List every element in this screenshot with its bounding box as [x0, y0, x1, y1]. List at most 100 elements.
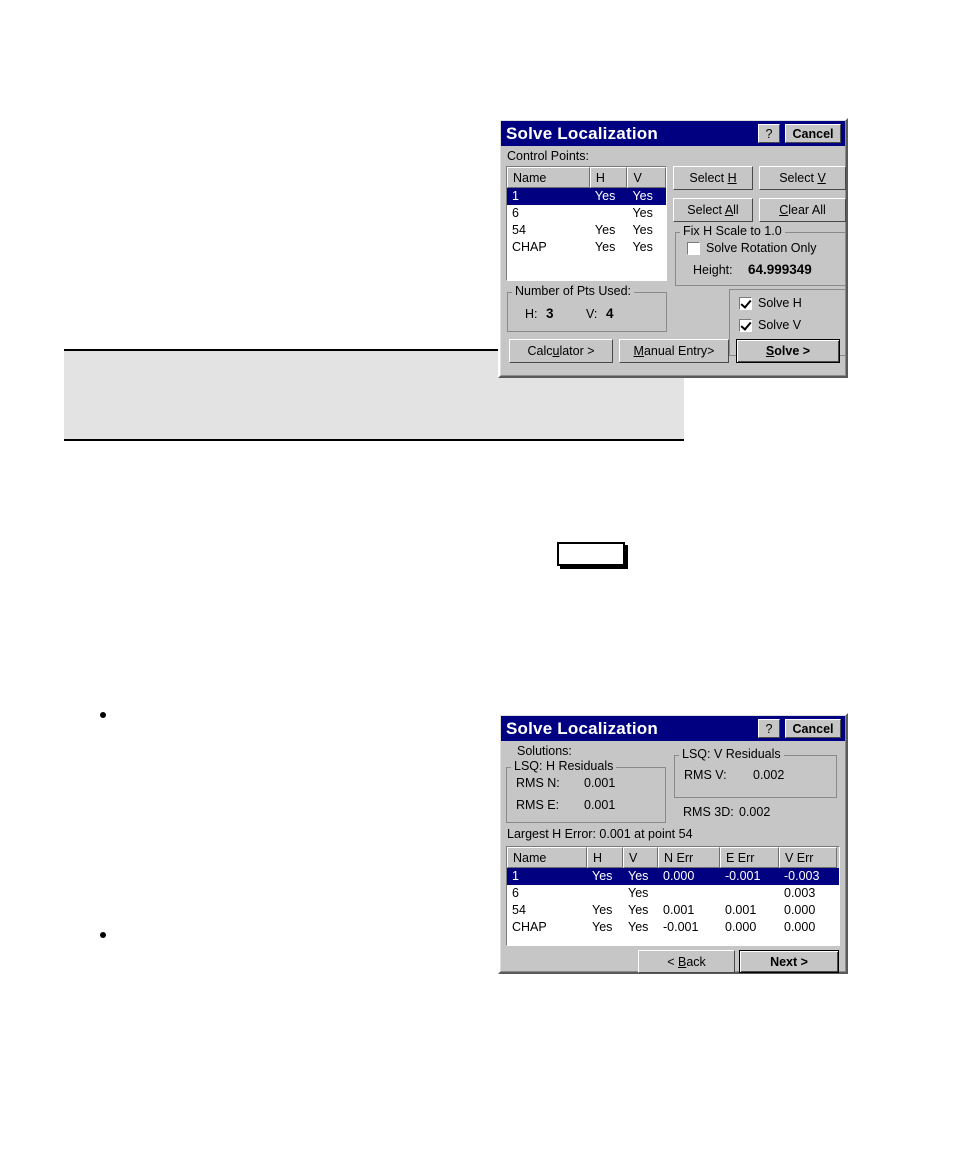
- cell-name: CHAP: [512, 240, 547, 254]
- back-label: < Back: [667, 954, 706, 969]
- table-row[interactable]: 54 Yes Yes 0.001 0.001 0.000: [507, 902, 839, 919]
- cell-n-err: [658, 885, 720, 902]
- residuals-table[interactable]: Name H V N Err E Err V Err 1 Yes Yes 0.0…: [506, 846, 840, 946]
- solve-v-label: Solve V: [758, 318, 802, 332]
- column-header-h[interactable]: H: [589, 167, 628, 188]
- list-item-bullet: [100, 712, 106, 718]
- select-h-label: Select H: [689, 171, 737, 185]
- dialog-titlebar: Solve Localization ? Cancel: [501, 716, 845, 741]
- pts-used-label: Number of Pts Used:: [512, 284, 635, 298]
- fix-h-scale-group: Fix H Scale to 1.0 Solve Rotation Only H…: [675, 224, 846, 286]
- select-h-button[interactable]: Select H: [673, 166, 753, 190]
- manual-entry-label: Manual Entry>: [633, 344, 715, 358]
- column-header-v[interactable]: V: [627, 167, 666, 188]
- calculator-button[interactable]: Calculator >: [509, 339, 613, 363]
- table-row[interactable]: 6 Yes: [507, 205, 666, 222]
- dialog-titlebar: Solve Localization ? Cancel: [501, 121, 845, 146]
- rms-n-value: 0.001: [584, 776, 616, 790]
- table-row[interactable]: 54 Yes Yes: [507, 222, 666, 239]
- list-item-bullet: [100, 932, 106, 938]
- select-v-label: Select V: [779, 171, 826, 185]
- cancel-button[interactable]: Cancel: [785, 124, 841, 143]
- cell-v-err: 0.003: [784, 886, 816, 900]
- solve-localization-dialog[interactable]: Solve Localization ? Cancel Control Poin…: [498, 118, 848, 378]
- select-all-button[interactable]: Select All: [673, 198, 753, 222]
- next-button[interactable]: Next >: [739, 950, 839, 973]
- cell-v: Yes: [628, 869, 649, 883]
- checkbox-checked-icon[interactable]: [739, 318, 752, 332]
- cell-n-err: 0.000: [663, 869, 695, 883]
- pts-h-value: 3: [546, 306, 554, 321]
- calculator-label: Calculator >: [527, 344, 595, 358]
- cell-v: Yes: [632, 189, 653, 203]
- table-row[interactable]: CHAP Yes Yes: [507, 239, 666, 256]
- cell-h: Yes: [592, 920, 613, 934]
- dialog-title: Solve Localization: [506, 718, 658, 738]
- cell-v: Yes: [628, 903, 649, 917]
- cell-n-err: -0.001: [663, 920, 699, 934]
- select-v-button[interactable]: Select V: [759, 166, 846, 190]
- table-row[interactable]: CHAP Yes Yes -0.001 0.000 0.000: [507, 919, 839, 936]
- empty-figure-box: [557, 542, 625, 566]
- column-header-h[interactable]: H: [587, 847, 623, 868]
- page-canvas: Solve Localization ? Cancel Control Poin…: [0, 0, 954, 1159]
- select-all-label: Select All: [687, 203, 739, 217]
- table-row[interactable]: 1 Yes Yes 0.000 -0.001 -0.003: [507, 868, 839, 885]
- solve-button[interactable]: Solve >: [736, 339, 840, 363]
- fix-h-scale-label: Fix H Scale to 1.0: [680, 224, 785, 238]
- cell-h: Yes: [592, 869, 613, 883]
- help-button[interactable]: ?: [758, 719, 780, 738]
- column-header-name[interactable]: Name: [507, 847, 587, 868]
- cell-h: Yes: [594, 223, 616, 237]
- rms-v-label: RMS V:: [684, 768, 727, 782]
- column-header-v[interactable]: V: [623, 847, 658, 868]
- cancel-button[interactable]: Cancel: [785, 719, 841, 738]
- solve-label: Solve >: [765, 344, 811, 358]
- cell-h: [587, 885, 623, 902]
- table-header-row: Name H V N Err E Err V Err: [507, 847, 839, 868]
- solve-h-checkbox[interactable]: Solve H: [739, 296, 802, 310]
- manual-entry-button[interactable]: Manual Entry>: [619, 339, 729, 363]
- help-button[interactable]: ?: [758, 124, 780, 143]
- pts-v-value: 4: [606, 306, 614, 321]
- control-points-table[interactable]: Name H V 1 Yes Yes 6 Yes 54 Yes Yes CHAP…: [506, 166, 667, 281]
- height-value: 64.999349: [748, 262, 812, 277]
- pts-h-label: H:: [525, 307, 538, 321]
- rms-3d-value: 0.002: [739, 805, 771, 819]
- rms-e-value: 0.001: [584, 798, 616, 812]
- cell-n-err: 0.001: [663, 903, 695, 917]
- column-header-v-err[interactable]: V Err: [779, 847, 837, 868]
- cell-v: Yes: [632, 206, 653, 220]
- table-row[interactable]: 1 Yes Yes: [507, 188, 666, 205]
- clear-all-button[interactable]: Clear All: [759, 198, 846, 222]
- solve-h-label: Solve H: [758, 296, 802, 310]
- checkbox-checked-icon[interactable]: [739, 296, 752, 310]
- cell-h: Yes: [594, 240, 616, 254]
- cell-v-err: 0.000: [784, 903, 816, 917]
- cell-v: Yes: [632, 240, 653, 254]
- solve-rotation-only-checkbox[interactable]: Solve Rotation Only: [687, 241, 816, 255]
- cell-e-err: [720, 885, 779, 902]
- rms-3d-label: RMS 3D:: [683, 805, 734, 819]
- back-button[interactable]: < Back: [638, 950, 735, 973]
- number-of-pts-used-group: Number of Pts Used: H: 3 V: 4: [507, 284, 667, 332]
- table-row[interactable]: 6 Yes 0.003: [507, 885, 839, 902]
- cell-name: 54: [512, 223, 526, 237]
- rms-n-label: RMS N:: [516, 776, 560, 790]
- control-points-label: Control Points:: [507, 149, 589, 163]
- solve-localization-solutions-dialog[interactable]: Solve Localization ? Cancel Solutions: L…: [498, 713, 848, 974]
- column-header-name[interactable]: Name: [507, 167, 590, 188]
- cell-v-err: -0.003: [784, 869, 820, 883]
- column-header-n-err[interactable]: N Err: [658, 847, 720, 868]
- checkbox-box-icon[interactable]: [687, 241, 700, 255]
- clear-all-label: Clear All: [779, 203, 826, 217]
- lsq-v-residuals-label: LSQ: V Residuals: [679, 747, 784, 761]
- solutions-label: Solutions:: [517, 744, 572, 758]
- cell-name: 1: [512, 869, 519, 883]
- solve-v-checkbox[interactable]: Solve V: [739, 318, 801, 332]
- cell-v: Yes: [632, 223, 653, 237]
- cell-v-err: 0.000: [784, 920, 816, 934]
- column-header-e-err[interactable]: E Err: [720, 847, 779, 868]
- lsq-v-residuals-group: LSQ: V Residuals RMS V: 0.002: [674, 747, 837, 798]
- lsq-h-residuals-label: LSQ: H Residuals: [511, 759, 617, 773]
